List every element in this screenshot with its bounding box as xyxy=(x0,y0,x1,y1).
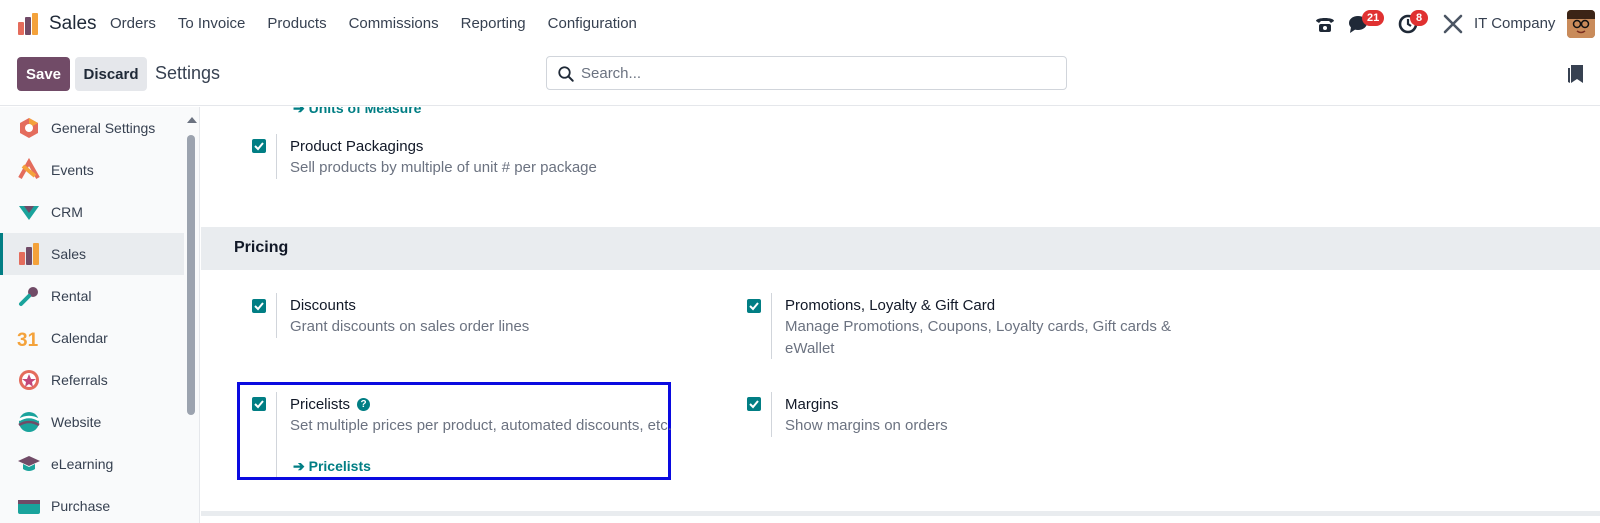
sidebar-item-label: CRM xyxy=(51,204,83,220)
divider xyxy=(276,293,277,338)
margins-title: Margins xyxy=(785,396,839,413)
rental-icon xyxy=(19,287,38,306)
product-packagings-checkbox[interactable] xyxy=(252,139,266,153)
messages-badge: 21 xyxy=(1362,10,1385,26)
menu-reporting[interactable]: Reporting xyxy=(461,15,526,32)
product-packagings-title: Product Packagings xyxy=(290,138,424,155)
product-packagings-desc: Sell products by multiple of unit # per … xyxy=(290,159,597,176)
promotions-checkbox[interactable] xyxy=(747,299,761,313)
settings-content: ➔ Units of Measure Product Packagings Se… xyxy=(201,107,1600,523)
sidebar-item-website[interactable]: Website xyxy=(0,401,184,443)
sidebar-item-rental[interactable]: Rental xyxy=(0,275,184,317)
user-avatar[interactable] xyxy=(1567,10,1595,38)
divider xyxy=(276,134,277,179)
next-section-header xyxy=(201,511,1600,516)
phone-icon[interactable] xyxy=(1313,12,1337,36)
tools-icon[interactable] xyxy=(1441,12,1465,36)
activities-badge: 8 xyxy=(1410,10,1428,26)
sidebar-item-label: eLearning xyxy=(51,456,114,472)
promotions-title: Promotions, Loyalty & Gift Card xyxy=(785,297,996,314)
pricelists-link[interactable]: ➔ Pricelists xyxy=(293,458,371,475)
margins-checkbox[interactable] xyxy=(747,397,761,411)
pricing-section-header: Pricing xyxy=(201,227,1600,270)
sidebar-item-label: Calendar xyxy=(51,330,108,346)
search-bar[interactable] xyxy=(546,56,1067,90)
units-of-measure-link[interactable]: ➔ Units of Measure xyxy=(293,107,421,117)
discard-button[interactable]: Discard xyxy=(75,57,147,91)
divider xyxy=(276,392,277,477)
purchase-icon xyxy=(18,500,40,514)
menu-configuration[interactable]: Configuration xyxy=(548,15,637,32)
elearning-icon xyxy=(18,456,40,471)
discounts-desc: Grant discounts on sales order lines xyxy=(290,318,530,335)
menu-orders[interactable]: Orders xyxy=(110,15,156,32)
sidebar-item-elearning[interactable]: eLearning xyxy=(0,443,184,485)
sidebar-scrollbar[interactable] xyxy=(187,117,197,515)
general-settings-icon xyxy=(20,118,38,138)
control-panel: Save Discard Settings xyxy=(0,48,1600,106)
scroll-up-arrow-icon[interactable] xyxy=(187,117,197,123)
app-name[interactable]: Sales xyxy=(49,13,97,35)
sidebar-item-label: Rental xyxy=(51,288,92,304)
search-icon xyxy=(558,66,574,82)
save-button[interactable]: Save xyxy=(17,57,70,91)
promotions-desc-line2: eWallet xyxy=(785,340,835,357)
website-icon xyxy=(18,412,40,432)
divider xyxy=(771,293,772,359)
units-of-measure-link-label: Units of Measure xyxy=(308,107,422,116)
menu-products[interactable]: Products xyxy=(267,15,326,32)
referrals-icon xyxy=(19,370,39,390)
pricelists-title: Pricelists xyxy=(290,396,351,413)
svg-text:31: 31 xyxy=(17,330,39,350)
sidebar-item-referrals[interactable]: Referrals xyxy=(0,359,184,401)
calendar-icon: 31 xyxy=(17,330,39,350)
bookmark-icon[interactable] xyxy=(1567,64,1585,84)
breadcrumb: Settings xyxy=(155,63,221,83)
discounts-checkbox[interactable] xyxy=(252,299,266,313)
menu-to-invoice[interactable]: To Invoice xyxy=(178,15,246,32)
sales-icon xyxy=(19,243,39,265)
discounts-title: Discounts xyxy=(290,297,356,314)
sidebar-item-crm[interactable]: CRM xyxy=(0,191,184,233)
sidebar-item-label: Website xyxy=(51,414,102,430)
events-icon xyxy=(18,158,40,179)
crm-icon xyxy=(19,206,39,220)
help-icon[interactable]: ? xyxy=(357,398,370,411)
sales-app-icon[interactable] xyxy=(16,12,40,36)
promotions-desc-line1: Manage Promotions, Coupons, Loyalty card… xyxy=(785,318,1172,335)
sidebar-item-label: Purchase xyxy=(51,498,111,514)
main-menu: Orders To Invoice Products Commissions R… xyxy=(110,15,659,32)
sidebar-item-label: General Settings xyxy=(51,120,156,136)
sidebar-item-general-settings[interactable]: General Settings xyxy=(0,107,184,149)
section-title: Pricing xyxy=(234,239,289,256)
sidebar-item-calendar[interactable]: 31 Calendar xyxy=(0,317,184,359)
sidebar-item-sales[interactable]: Sales xyxy=(0,233,184,275)
sidebar-item-label: Referrals xyxy=(51,372,108,388)
sidebar-item-purchase[interactable]: Purchase xyxy=(0,485,184,523)
company-switcher[interactable]: IT Company xyxy=(1474,15,1555,32)
pricelists-desc: Set multiple prices per product, automat… xyxy=(290,417,672,434)
divider xyxy=(771,392,772,437)
settings-sidebar: General Settings Events CRM Sales Rental xyxy=(0,107,200,523)
pricelists-checkbox[interactable] xyxy=(252,397,266,411)
margins-desc: Show margins on orders xyxy=(785,417,948,434)
menu-commissions[interactable]: Commissions xyxy=(349,15,439,32)
sidebar-item-label: Events xyxy=(51,162,94,178)
search-input[interactable] xyxy=(581,62,1051,84)
sidebar-item-label: Sales xyxy=(51,246,87,262)
pricelists-link-label: Pricelists xyxy=(308,458,371,474)
top-navbar: Sales Orders To Invoice Products Commiss… xyxy=(0,0,1600,48)
scroll-thumb[interactable] xyxy=(187,135,195,415)
sidebar-item-events[interactable]: Events xyxy=(0,149,184,191)
